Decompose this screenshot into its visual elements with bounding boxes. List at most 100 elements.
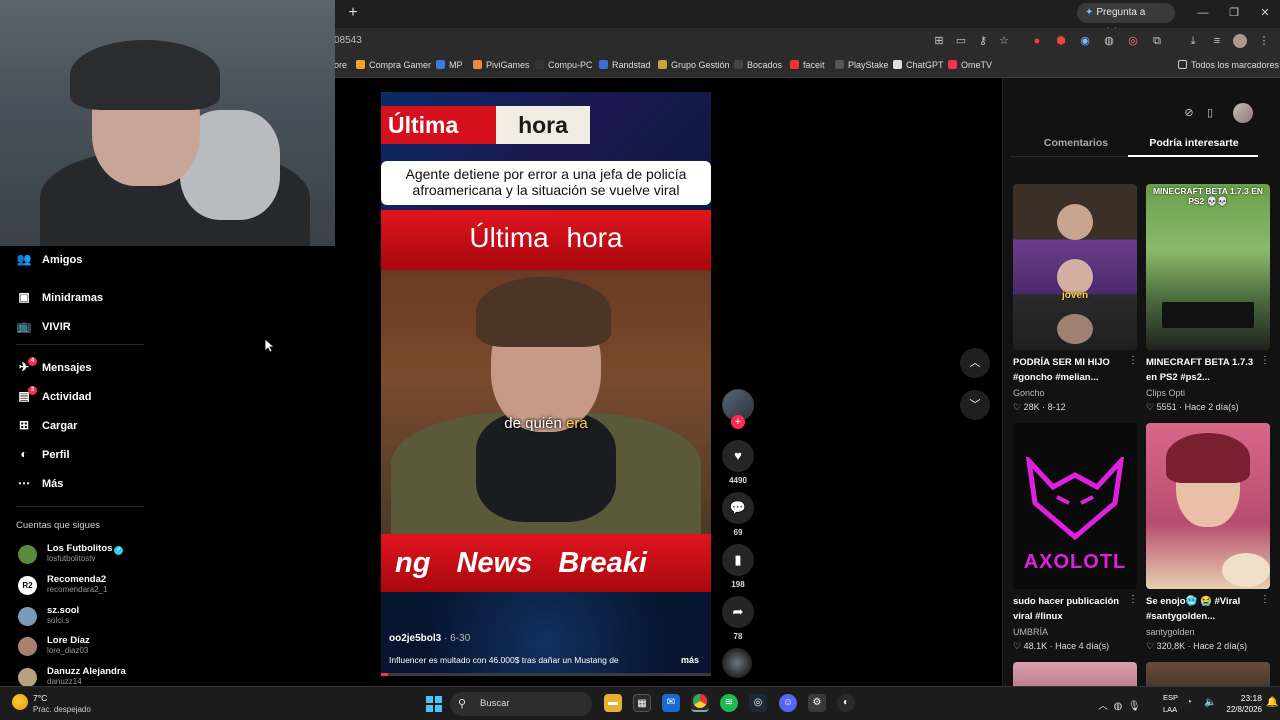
settings-gear-icon[interactable]: ⚙ bbox=[808, 694, 826, 712]
extension-globe-icon[interactable]: ◍ bbox=[1102, 34, 1116, 48]
tab-comments[interactable]: Comentarios bbox=[1010, 137, 1142, 149]
recommended-video-author[interactable]: UMBRÍA bbox=[1013, 627, 1048, 637]
bookmark-item[interactable]: Bocados bbox=[734, 60, 782, 70]
volume-icon[interactable]: 🔈 bbox=[1204, 697, 1216, 708]
spotify-icon[interactable]: ≋ bbox=[720, 694, 738, 712]
bookmark-item[interactable]: ChatGPT bbox=[893, 60, 944, 70]
recommended-video-thumbnail[interactable]: AXOLOTL bbox=[1013, 423, 1137, 589]
comment-button[interactable]: 💬 bbox=[722, 492, 754, 524]
download-icon[interactable]: ⤓ bbox=[1186, 34, 1200, 48]
recommended-video-title[interactable]: MINECRAFT BETA 1.7.3 en PS2 #ps2... bbox=[1146, 355, 1264, 385]
sidebar-item-mas[interactable]: ⋯ Más bbox=[16, 476, 146, 498]
followed-account[interactable]: R2 Recomenda2 recomendara2_1 bbox=[16, 574, 146, 600]
recommended-video-thumbnail[interactable] bbox=[1146, 423, 1270, 589]
bookmark-item[interactable]: PlayStake bbox=[835, 60, 889, 70]
url-text[interactable]: 08543 bbox=[334, 35, 362, 46]
video-progress-track[interactable] bbox=[381, 673, 711, 676]
all-bookmarks-folder[interactable]: Todos los marcadores bbox=[1178, 60, 1279, 70]
bookmark-star-icon[interactable]: ☆ bbox=[997, 34, 1011, 48]
next-video-button[interactable]: ﹀ bbox=[960, 390, 990, 420]
tab-recommended[interactable]: Podría interesarte bbox=[1128, 137, 1260, 149]
followed-account[interactable]: Los Futbolitos ✓ losfutbolitostv bbox=[16, 543, 146, 569]
bookmark-item[interactable]: Compra Gamer bbox=[356, 60, 431, 70]
recommended-video-thumbnail[interactable]: MINECRAFT BETA 1.7.3 EN PS2 💀💀 bbox=[1146, 184, 1270, 350]
start-button[interactable] bbox=[426, 696, 442, 712]
bookmark-item[interactable]: PiviGames bbox=[473, 60, 530, 70]
outlook-icon[interactable]: ✉ bbox=[662, 694, 680, 712]
extensions-puzzle-icon[interactable]: ⧉ bbox=[1150, 34, 1164, 48]
weather-temperature[interactable]: 7°C bbox=[33, 693, 47, 703]
video-author[interactable]: oo2je5bol3 · 6-30 bbox=[389, 633, 470, 644]
save-button[interactable]: ▮ bbox=[722, 544, 754, 576]
bookmark-item[interactable]: faceit bbox=[790, 60, 825, 70]
recommended-video-author[interactable]: Clips Opti bbox=[1146, 388, 1185, 398]
recommended-video-author[interactable]: santygolden bbox=[1146, 627, 1195, 637]
recommended-video-title[interactable]: sudo hacer publicación viral #linux bbox=[1013, 594, 1131, 624]
bookmark-item[interactable]: Randstad bbox=[599, 60, 651, 70]
steam-icon[interactable]: ◎ bbox=[749, 694, 767, 712]
file-explorer-icon[interactable]: ▬ bbox=[604, 694, 622, 712]
input-layout[interactable]: LAA bbox=[1163, 705, 1177, 714]
recommended-video-title[interactable]: PODRÍA SER MI HIJO #goncho #melian... bbox=[1013, 355, 1131, 385]
extension-shield-icon[interactable]: ● bbox=[1030, 34, 1044, 48]
system-tray[interactable]: ︿ ◍ 🎙 bbox=[1098, 697, 1141, 712]
followed-account[interactable]: sz.sool solci.s bbox=[16, 605, 146, 631]
cast-icon[interactable]: ▭ bbox=[954, 34, 968, 48]
sidebar-item-cargar[interactable]: ⊞ Cargar bbox=[16, 418, 146, 440]
browser-menu-icon[interactable]: ⋮ bbox=[1257, 34, 1271, 48]
input-language[interactable]: ESP bbox=[1163, 693, 1178, 702]
like-button[interactable]: ♥ bbox=[722, 440, 754, 472]
adblock-icon[interactable]: ⬢ bbox=[1054, 34, 1068, 48]
more-options-icon[interactable]: ⋮ bbox=[1260, 594, 1270, 605]
network-icon[interactable]: ◔ bbox=[1186, 697, 1192, 708]
recommended-video-author[interactable]: Goncho bbox=[1013, 388, 1045, 398]
extension-target-icon[interactable]: ◎ bbox=[1126, 34, 1140, 48]
sidebar-item-vivir[interactable]: 📺 VIVIR bbox=[16, 319, 146, 341]
bookmark-item[interactable]: Grupo Gestión bbox=[658, 60, 730, 70]
clock-date[interactable]: 22/8/2026 bbox=[1220, 705, 1262, 714]
bookmark-item[interactable]: OmeTV bbox=[948, 60, 992, 70]
more-options-icon[interactable]: ⋮ bbox=[1260, 355, 1270, 366]
share-button[interactable]: ➦ bbox=[722, 596, 754, 628]
sound-disc[interactable] bbox=[722, 648, 752, 678]
translate-icon[interactable]: ⊞ bbox=[932, 34, 946, 48]
new-tab-button[interactable]: + bbox=[344, 4, 362, 22]
taskbar-search-box[interactable]: Buscar bbox=[450, 692, 592, 716]
more-options-icon[interactable]: ⋮ bbox=[1128, 594, 1138, 605]
minimize-button[interactable]: — bbox=[1188, 4, 1218, 22]
close-window-button[interactable]: ✕ bbox=[1250, 4, 1280, 22]
maximize-button[interactable]: ❐ bbox=[1219, 4, 1249, 22]
recommended-video-thumbnail[interactable]: joven bbox=[1013, 184, 1137, 350]
bookmark-item[interactable]: MP bbox=[436, 60, 463, 70]
store-icon[interactable]: ▦ bbox=[633, 694, 651, 712]
previous-video-button[interactable]: ︿ bbox=[960, 348, 990, 378]
discord-icon[interactable]: ☺ bbox=[779, 694, 797, 712]
recommended-video-thumbnail[interactable] bbox=[1146, 662, 1270, 686]
password-key-icon[interactable]: ⚷ bbox=[976, 34, 990, 48]
sidebar-item-perfil[interactable]: ◐ Perfil bbox=[16, 447, 146, 469]
ask-gemini-button[interactable]: ✦Pregunta a Gemini bbox=[1077, 3, 1175, 38]
followed-account[interactable]: Lore Díaz lore_diaz03 bbox=[16, 635, 146, 661]
app-icon[interactable]: ◐ bbox=[837, 694, 855, 712]
notifications-bell-icon[interactable]: 🔔 bbox=[1266, 697, 1278, 708]
bookmark-item[interactable]: ore bbox=[334, 60, 347, 70]
extension-colorful-icon[interactable]: ◉ bbox=[1078, 34, 1092, 48]
sidebar-item-amigos[interactable]: 👥 Amigos bbox=[16, 252, 146, 274]
compass-icon[interactable]: ⊘ bbox=[1180, 104, 1198, 122]
bookmark-item[interactable]: Compu-PC bbox=[535, 60, 593, 70]
reading-list-icon[interactable]: ≡ bbox=[1210, 34, 1224, 48]
user-avatar[interactable] bbox=[1233, 103, 1253, 123]
weather-sun-icon[interactable] bbox=[12, 694, 28, 710]
followed-account[interactable]: Danuzz Alejandra danuzz14 bbox=[16, 666, 146, 686]
clock-time[interactable]: 23:18 bbox=[1226, 693, 1262, 703]
profile-avatar-icon[interactable] bbox=[1233, 34, 1247, 48]
more-options-icon[interactable]: ⋮ bbox=[1128, 355, 1138, 366]
more-button[interactable]: más bbox=[681, 655, 699, 665]
follow-plus-button[interactable]: + bbox=[731, 415, 745, 429]
chrome-icon[interactable] bbox=[691, 694, 709, 712]
sidebar-item-minidramas[interactable]: ▣ Minidramas bbox=[16, 290, 146, 312]
recommended-video-thumbnail[interactable] bbox=[1013, 662, 1137, 686]
video-player[interactable]: Última hora Agente detiene por error a u… bbox=[381, 92, 711, 676]
recommended-video-title[interactable]: Se enojo🥶 😭 #Viral #santygolden... bbox=[1146, 594, 1264, 624]
phone-icon[interactable]: ▯ bbox=[1201, 104, 1219, 122]
